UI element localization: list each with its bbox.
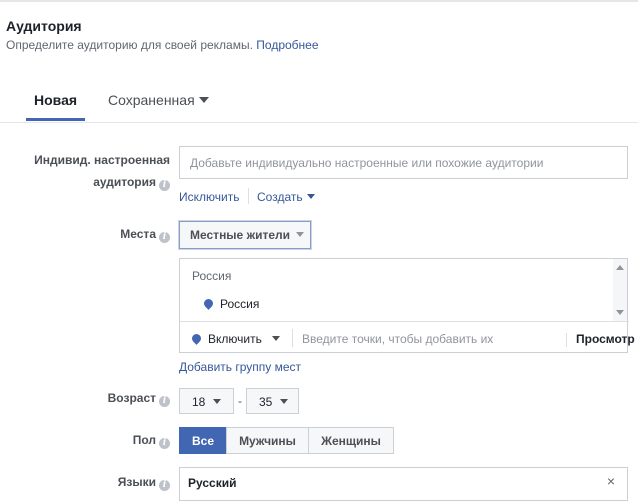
top-divider [0,0,638,2]
search-separator [292,329,293,347]
link-separator [248,188,249,204]
places-label-text: Места [120,227,156,241]
languages-input[interactable]: Русский × [179,467,628,501]
chevron-down-icon [198,97,209,103]
custom-audience-placeholder: Добавьте индивидуально настроенные или п… [190,156,544,170]
info-icon[interactable]: i [159,180,170,191]
scroll-down-icon[interactable] [616,310,624,315]
age-label: Возраст i [20,388,170,408]
info-icon[interactable]: i [159,438,170,449]
subtitle-text: Определите аудиторию для своей рекламы. [6,38,253,52]
section-subtitle: Определите аудиторию для своей рекламы. … [6,38,319,52]
chevron-down-icon [296,232,305,237]
tab-saved-label: Сохраненная [108,92,195,108]
create-dropdown-link[interactable]: Создать [257,190,315,204]
age-label-text: Возраст [107,391,156,405]
add-location-group-link[interactable]: Добавить группу мест [179,360,301,374]
age-min-select[interactable]: 18 [179,388,234,414]
places-type-value: Местные жители [190,228,291,242]
languages-label-text: Языки [117,475,156,489]
gender-label-text: Пол [132,433,156,447]
location-search-placeholder: Введите точки, чтобы добавить их [302,332,494,346]
location-search-input[interactable]: Введите точки, чтобы добавить их [302,332,493,346]
custom-audience-label-line1: Индивид. настроенная [34,153,170,167]
create-link-label: Создать [257,190,303,204]
age-separator: - [238,394,242,408]
tabs-divider [0,122,638,123]
location-pin-icon [202,297,215,310]
chevron-down-icon [213,399,222,404]
view-separator [566,333,567,347]
close-icon[interactable]: × [607,473,615,489]
locations-scrollbar[interactable] [613,259,627,321]
custom-audience-label-line2: аудитория [93,175,156,189]
gender-men-button[interactable]: Мужчины [226,427,309,454]
include-dropdown[interactable]: Включить [190,332,280,346]
gender-all-button[interactable]: Все [179,427,227,454]
places-label: Места i [20,224,170,244]
age-min-value: 18 [192,395,206,409]
tab-saved[interactable]: Сохраненная [108,92,209,108]
location-search-row: Включить Введите точки, чтобы добавить и… [180,321,635,354]
location-item: Россия [202,297,260,311]
location-country-header: Россия [192,269,232,283]
location-pin-icon [190,332,203,345]
places-type-dropdown[interactable]: Местные жители [179,221,311,249]
info-icon[interactable]: i [159,232,170,243]
scroll-up-icon[interactable] [616,265,624,270]
chevron-down-icon [271,336,280,341]
language-token: Русский [188,476,237,490]
learn-more-link[interactable]: Подробнее [256,38,318,52]
section-title: Аудитория [6,18,82,34]
view-button[interactable]: Просмотр [576,332,635,346]
age-max-select[interactable]: 35 [246,388,299,414]
chevron-down-icon [280,399,289,404]
gender-women-button[interactable]: Женщины [308,427,394,454]
age-max-value: 35 [259,395,273,409]
gender-label: Пол i [20,430,170,450]
tab-new-label: Новая [34,92,78,108]
custom-audience-label: Индивид. настроенная аудитория i [20,150,170,192]
info-icon[interactable]: i [159,396,170,407]
exclude-link[interactable]: Исключить [179,190,239,204]
locations-box: Россия Россия Включить Введите точки, чт… [179,258,635,354]
include-label: Включить [208,332,262,346]
location-item-label: Россия [220,297,260,311]
custom-audience-input[interactable]: Добавьте индивидуально настроенные или п… [179,146,628,179]
info-icon[interactable]: i [159,480,170,491]
tab-new[interactable]: Новая [25,92,86,121]
languages-label: Языки i [20,472,170,492]
chevron-down-icon [306,194,315,199]
